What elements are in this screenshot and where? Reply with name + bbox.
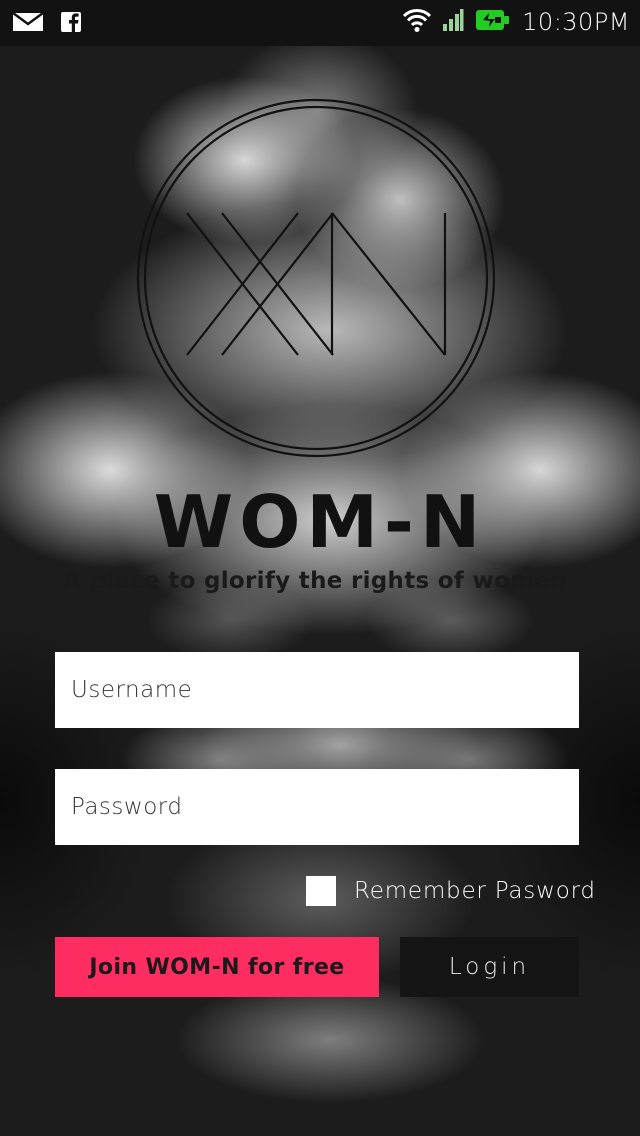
remember-password-row[interactable]: Remember Pasword bbox=[306, 876, 596, 906]
login-screen: 10:30PM WOM-N A place to glorify the rig… bbox=[0, 0, 640, 1136]
login-button[interactable]: Login bbox=[400, 937, 579, 997]
brand-logo bbox=[136, 98, 498, 460]
wifi-icon bbox=[402, 7, 432, 37]
signal-icon bbox=[442, 7, 464, 37]
status-bar: 10:30PM bbox=[0, 0, 640, 46]
remember-password-label: Remember Pasword bbox=[354, 878, 596, 904]
clock-time: 10:30PM bbox=[522, 8, 630, 36]
password-input[interactable] bbox=[55, 769, 579, 845]
battery-charging-icon bbox=[474, 7, 512, 37]
mail-icon bbox=[12, 10, 44, 38]
facebook-icon bbox=[60, 10, 84, 38]
app-tagline: A place to glorify the rights of women bbox=[62, 568, 568, 594]
username-input[interactable] bbox=[55, 652, 579, 728]
remember-password-checkbox[interactable] bbox=[306, 876, 336, 906]
app-title: WOM-N bbox=[153, 480, 487, 564]
join-button[interactable]: Join WOM-N for free bbox=[55, 937, 379, 997]
